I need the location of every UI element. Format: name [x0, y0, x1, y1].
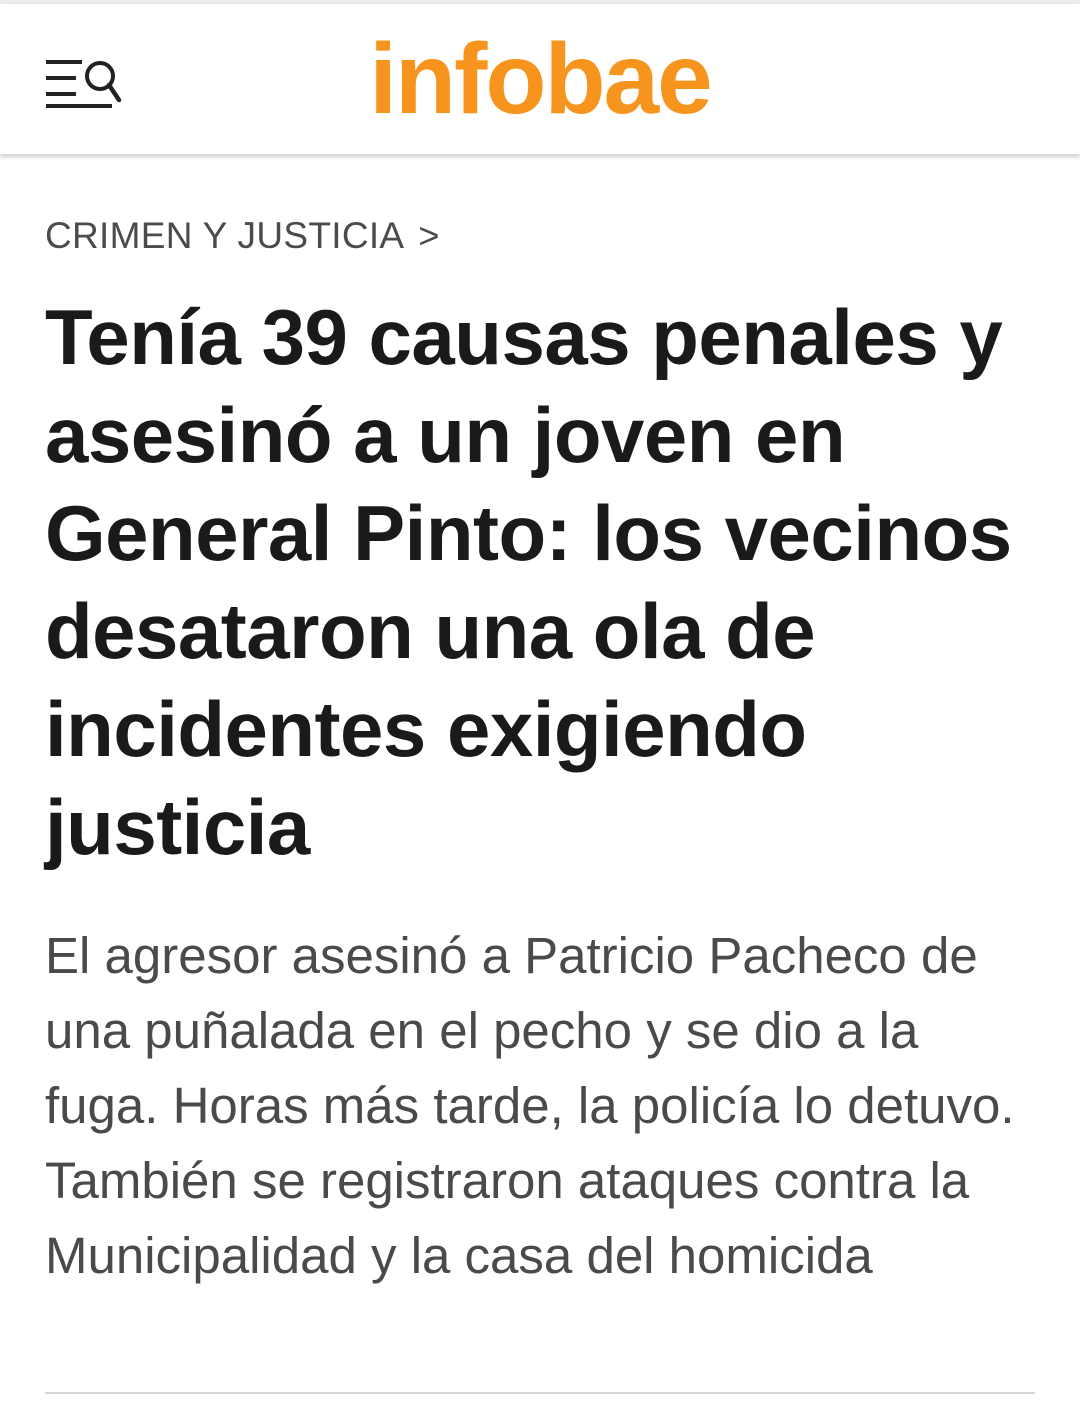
menu-search-button[interactable]	[44, 54, 124, 110]
article-header: CRIMEN Y JUSTICIA > Tenía 39 causas pena…	[45, 196, 1040, 1293]
divider	[45, 1392, 1035, 1394]
infobae-logo[interactable]: infobae	[358, 24, 722, 134]
article-headline: Tenía 39 causas penales y asesinó a un j…	[45, 293, 1012, 871]
section-breadcrumb[interactable]: CRIMEN Y JUSTICIA >	[45, 196, 1040, 276]
section-label: CRIMEN Y JUSTICIA	[45, 215, 405, 256]
menu-search-icon	[46, 60, 122, 108]
site-header: infobae	[0, 4, 1080, 155]
article-subheadline: El agresor asesinó a Patricio Pacheco de…	[45, 927, 1015, 1284]
chevron-right-icon: >	[418, 215, 440, 256]
